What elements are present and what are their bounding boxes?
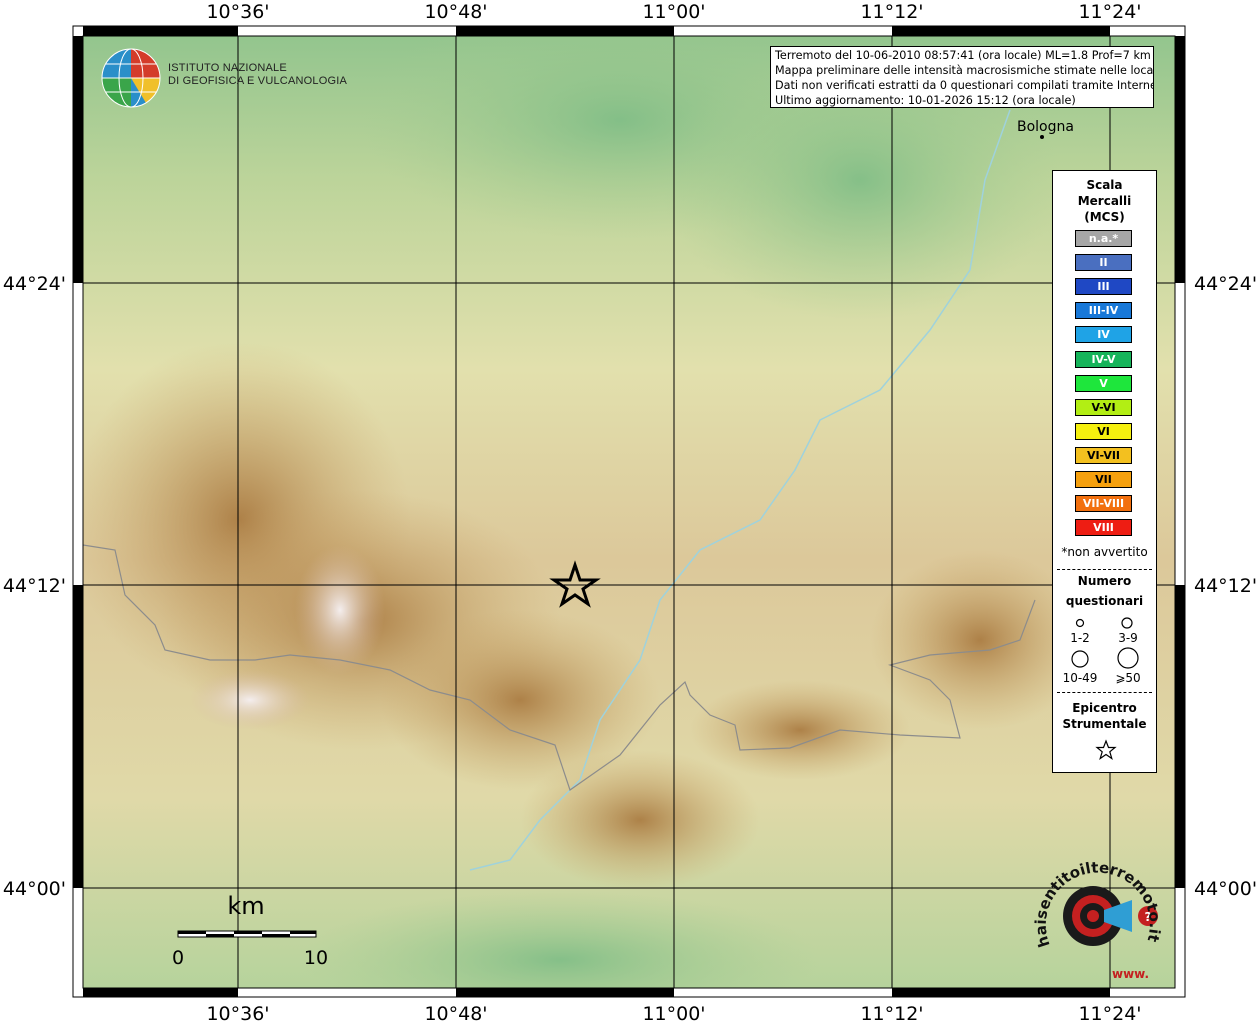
info-line-2: Mappa preliminare delle intensità macros… <box>775 64 1154 77</box>
scale-start: 0 <box>172 947 184 969</box>
size-label-1: 1-2 <box>1070 631 1090 645</box>
mcs-level: n.a.* <box>1075 230 1132 247</box>
lat-label-right-2: 44°12' <box>1194 575 1257 597</box>
mcs-level: V-VI <box>1075 398 1132 416</box>
lon-label-bottom-4: 11°12' <box>860 1003 923 1024</box>
scale-unit: km <box>227 892 264 920</box>
ingv-logo-icon <box>101 48 161 108</box>
legend-divider-2 <box>1057 692 1152 693</box>
info-line-3: Dati non verificati estratti da 0 questi… <box>775 79 1154 92</box>
stamp-prefix: www. <box>1112 967 1149 981</box>
legend-divider-1 <box>1057 569 1152 570</box>
legend-title-3: (MCS) <box>1084 210 1125 224</box>
lon-label-bottom-3: 11°00' <box>642 1003 705 1024</box>
epicenter-title-2: Strumentale <box>1062 717 1147 731</box>
city-marker <box>1040 135 1044 139</box>
terrain <box>83 36 1175 988</box>
mcs-level: VI <box>1075 422 1132 440</box>
city-label: Bologna <box>1017 119 1074 135</box>
legend-star-icon <box>1095 739 1117 760</box>
event-info-box: Terremoto del 10-06-2010 08:57:41 (ora l… <box>770 46 1154 108</box>
lon-label-top-1: 10°36' <box>206 1 269 23</box>
legend-note: *non avvertito <box>1061 545 1148 559</box>
lon-label-bottom-5: 11°24' <box>1078 1003 1141 1024</box>
lon-label-bottom-1: 10°36' <box>206 1003 269 1024</box>
size-circle-2 <box>1121 617 1133 629</box>
size-label-2: 3-9 <box>1118 631 1138 645</box>
lat-label-right-3: 44°00' <box>1194 878 1257 900</box>
logo-line-1: ISTITUTO NAZIONALE <box>168 62 287 74</box>
mcs-level: V <box>1075 374 1132 392</box>
size-label-3: 10-49 <box>1062 671 1098 685</box>
lat-label-left-1: 44°24' <box>3 273 66 295</box>
lat-label-right-1: 44°24' <box>1194 273 1257 295</box>
lat-label-left-2: 44°12' <box>3 575 66 597</box>
mcs-level: VIII <box>1075 519 1132 537</box>
size-label-4: ⩾50 <box>1115 671 1141 685</box>
lon-label-top-5: 11°24' <box>1078 1 1141 23</box>
questionnaires-title-2: questionari <box>1065 594 1144 608</box>
mcs-level: IV-V <box>1075 350 1132 368</box>
size-circle-3 <box>1071 650 1089 668</box>
lon-label-bottom-2: 10°48' <box>424 1003 487 1024</box>
epicenter-title-1: Epicentro <box>1072 701 1137 715</box>
size-circle-4 <box>1117 647 1139 669</box>
questionnaires-title-1: Numero <box>1077 574 1132 588</box>
info-line-1: Terremoto del 10-06-2010 08:57:41 (ora l… <box>775 49 1151 62</box>
mcs-legend: Scala Mercalli (MCS) n.a.* II III III-IV IV I… <box>1052 170 1157 773</box>
mcs-level: IV <box>1075 326 1132 344</box>
mcs-level: VI-VII <box>1075 446 1132 464</box>
mcs-level: II <box>1075 254 1132 272</box>
mcs-level: III-IV <box>1075 302 1132 320</box>
lat-label-left-3: 44°00' <box>3 878 66 900</box>
lon-label-top-2: 10°48' <box>424 1 487 23</box>
info-line-4: Ultimo aggiornamento: 10-01-2026 15:12 (… <box>775 94 1076 107</box>
legend-title-1: Scala <box>1086 178 1123 192</box>
size-circle-1 <box>1075 618 1085 628</box>
mcs-level: VII-VIII <box>1075 495 1132 513</box>
mcs-level: VII <box>1075 471 1132 488</box>
mcs-level: III <box>1075 278 1132 296</box>
logo-line-2: DI GEOFISICA E VULCANOLOGIA <box>168 75 347 87</box>
lon-label-top-4: 11°12' <box>860 1 923 23</box>
legend-title-2: Mercalli <box>1077 194 1132 208</box>
scale-end: 10 <box>304 947 328 969</box>
lon-label-top-3: 11°00' <box>642 1 705 23</box>
ingv-logo-text: ISTITUTO NAZIONALE DI GEOFISICA E VULCAN… <box>168 62 347 88</box>
